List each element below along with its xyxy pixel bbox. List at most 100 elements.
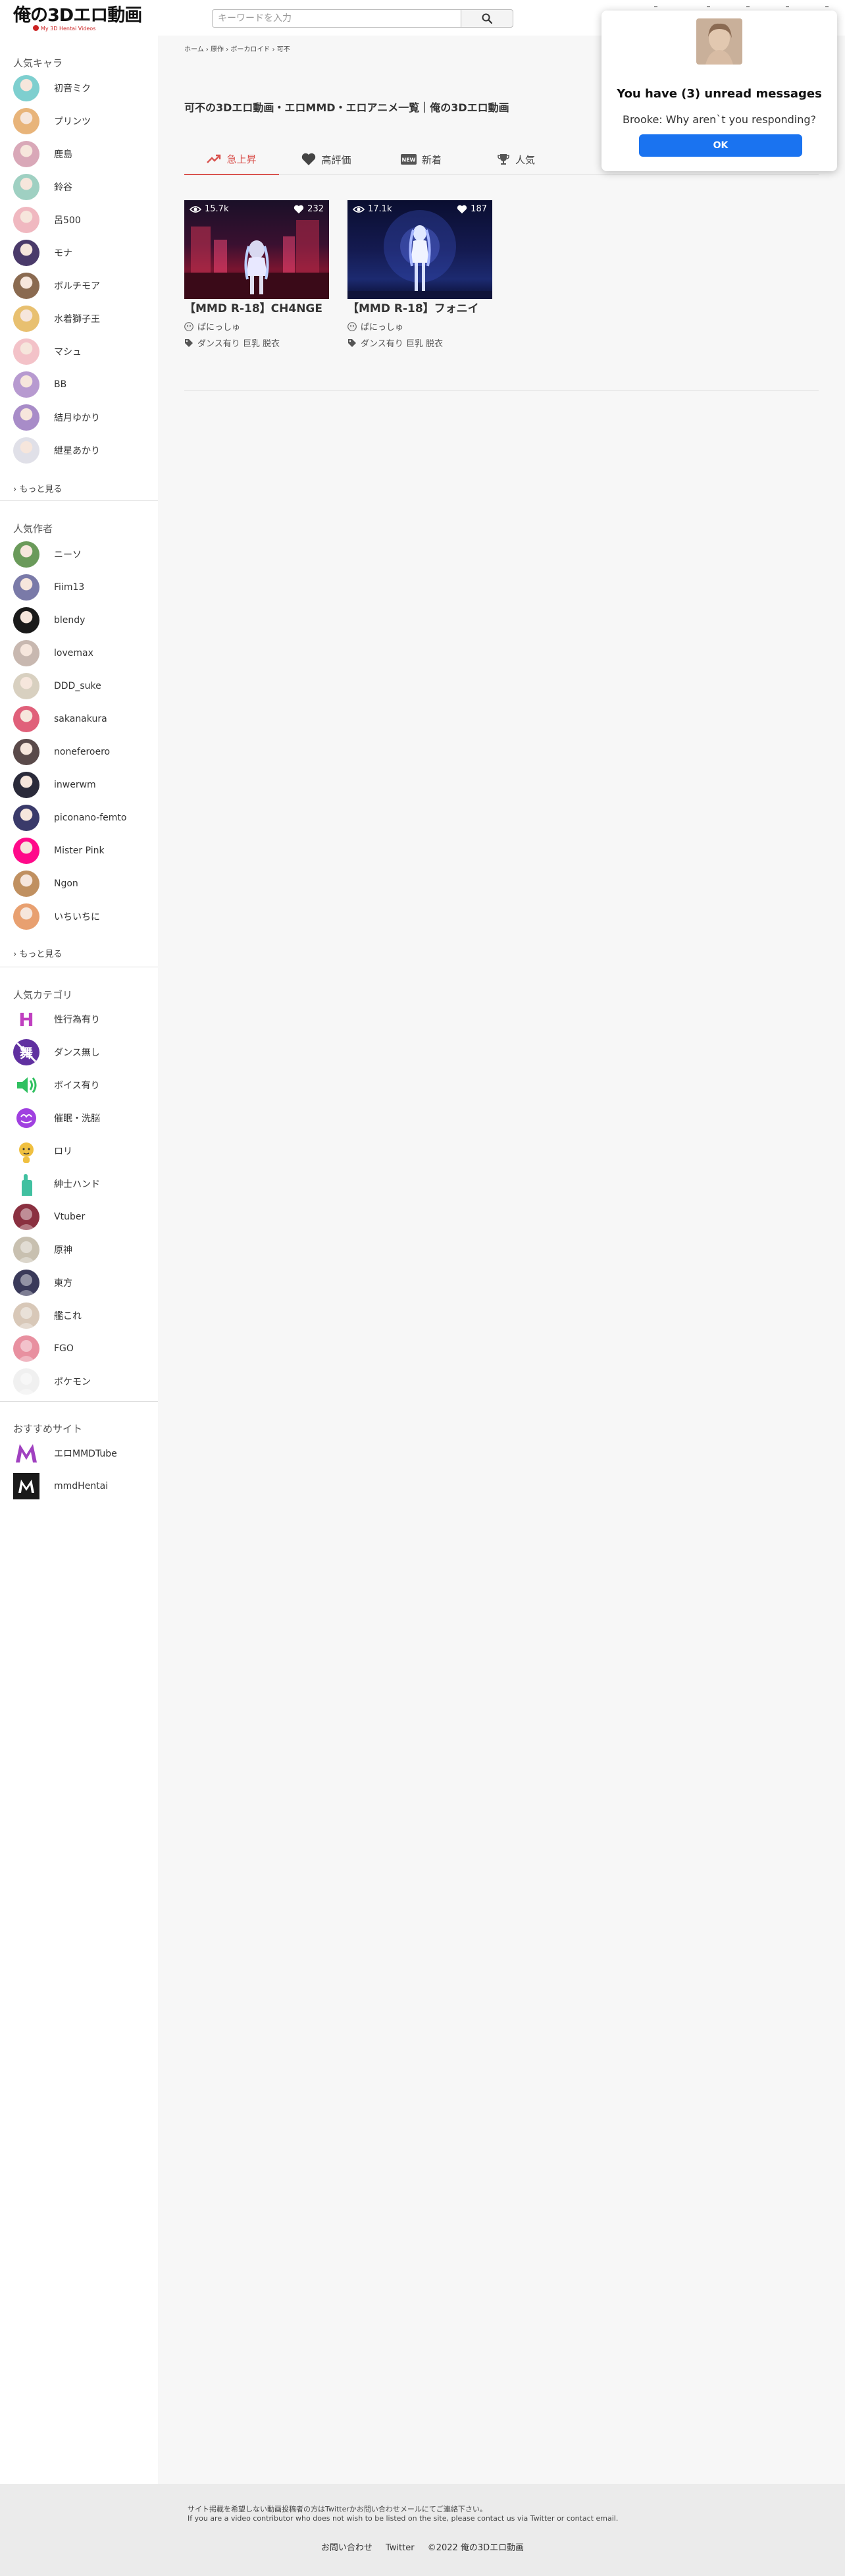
footer-contact-link[interactable]: お問い合わせ (321, 2543, 372, 2553)
sidebar-item-category[interactable]: 舞 ダンス無し (13, 1039, 100, 1065)
sidebar-item-character[interactable]: ボルチモア (13, 273, 100, 299)
footer-note: サイト掲載を希望しない動画投稿者の方はTwitterかお問い合わせメールにてご連… (188, 2505, 618, 2523)
author-avatar (13, 903, 39, 930)
header-nav-dots (634, 0, 845, 7)
sidebar-item-category[interactable]: H 性行為有り (13, 1006, 100, 1033)
tab-newest[interactable]: NEW 新着 (374, 144, 469, 175)
sidebar-item-category[interactable]: FGO (13, 1335, 74, 1362)
sidebar-item-category[interactable]: ポケモン (13, 1368, 91, 1395)
sidebar-item-label: noneferoero (54, 747, 111, 757)
sidebar-item-label: Mister Pink (54, 845, 105, 856)
sidebar-item-category[interactable]: Vtuber (13, 1204, 85, 1230)
sidebar-item-category[interactable]: 紳士ハンド (13, 1171, 100, 1197)
logo-text: 俺の3Dエロ動画 (13, 5, 142, 26)
video-title[interactable]: 【MMD R-18】CH4NGE (184, 302, 329, 316)
sidebar-item-character[interactable]: マシュ (13, 338, 82, 365)
sidebar-item-character[interactable]: モナ (13, 240, 72, 266)
tab-top-rated[interactable]: 高評価 (279, 144, 374, 175)
site-logo[interactable]: 俺の3Dエロ動画 My 3D Hentai Videos (13, 5, 142, 32)
sidebar-item-character[interactable]: 鈴谷 (13, 174, 72, 200)
sidebar-item-author[interactable]: noneferoero (13, 739, 110, 765)
section-title-categories: 人気カテゴリ (13, 989, 73, 1001)
popup-title: You have (3) unread messages (617, 87, 822, 101)
like-count-text: 187 (471, 204, 487, 214)
sidebar-item-label: 紲星あかり (54, 446, 100, 456)
sidebar-item-character[interactable]: 呂500 (13, 207, 81, 233)
video-thumbnail[interactable]: 15.7k 232 (184, 200, 329, 299)
sidebar-item-category[interactable]: 東方 (13, 1270, 72, 1296)
more-label: もっと見る (19, 950, 63, 959)
tags-text: ダンス有り 巨乳 脱衣 (361, 339, 444, 349)
character-avatar (13, 75, 39, 101)
sidebar-item-site[interactable]: mmdHentai (13, 1473, 108, 1499)
sidebar-item-author[interactable]: Fiim13 (13, 574, 84, 601)
character-avatar (13, 273, 39, 299)
sidebar-item-author[interactable]: Mister Pink (13, 838, 105, 864)
sidebar-item-character[interactable]: プリンツ (13, 108, 91, 134)
sidebar-item-character[interactable]: BB (13, 371, 66, 398)
m-logo-icon (13, 1440, 39, 1466)
sidebar-item-character[interactable]: 結月ゆかり (13, 404, 100, 431)
video-author[interactable]: ぱにっしゅ (347, 320, 492, 333)
sidebar-item-label: 紳士ハンド (54, 1179, 100, 1190)
author-name: ぱにっしゅ (361, 323, 404, 333)
tab-popular[interactable]: 人気 (469, 144, 563, 175)
search-button[interactable] (461, 9, 513, 28)
sidebar-item-label: 水着獅子王 (54, 314, 100, 325)
video-tags[interactable]: ダンス有り 巨乳 脱衣 (347, 336, 492, 349)
sidebar-item-label: FGO (54, 1343, 74, 1354)
sidebar-item-author[interactable]: inwerwm (13, 772, 96, 798)
sidebar-item-category[interactable]: 艦これ (13, 1302, 82, 1329)
character-avatar (13, 437, 39, 464)
sidebar-item-character[interactable]: 初音ミク (13, 75, 91, 101)
m-logo-dark-icon (13, 1473, 39, 1499)
page-title: 可不の3Dエロ動画・エロMMD・エロアニメ一覧｜俺の3Dエロ動画 (184, 101, 509, 114)
section-title-characters: 人気キャラ (13, 57, 63, 69)
popup-message: Brooke: Why aren`t you responding? (622, 113, 817, 126)
tab-label: 急上昇 (226, 153, 257, 165)
sidebar-item-author[interactable]: DDD_suke (13, 673, 101, 699)
sidebar-item-author[interactable]: piconano-femto (13, 805, 126, 831)
sidebar-item-label: 性行為有り (54, 1015, 100, 1025)
sidebar-item-author[interactable]: ニーソ (13, 541, 82, 568)
pokemon-icon (13, 1368, 39, 1395)
character-avatar (13, 207, 39, 233)
sidebar-item-category[interactable]: ロリ (13, 1138, 72, 1164)
sidebar-item-site[interactable]: エロMMDTube (13, 1440, 117, 1466)
video-title[interactable]: 【MMD R-18】フォニイ (347, 302, 492, 316)
sidebar-item-category[interactable]: 原神 (13, 1237, 72, 1263)
sender-avatar (696, 18, 742, 65)
sidebar-item-character[interactable]: 鹿島 (13, 141, 72, 167)
sidebar-item-author[interactable]: いちいちに (13, 903, 100, 930)
sidebar-item-character[interactable]: 紲星あかり (13, 437, 100, 464)
sidebar-item-author[interactable]: lovemax (13, 640, 93, 666)
footer-twitter-link[interactable]: Twitter (386, 2543, 415, 2553)
sidebar-item-label: piconano-femto (54, 813, 127, 823)
breadcrumb[interactable]: ホーム › 原作 › ボーカロイド › 可不 (184, 43, 290, 53)
more-characters-link[interactable]: › もっと見る (13, 483, 62, 496)
video-thumbnail[interactable]: 17.1k 187 (347, 200, 492, 299)
video-tags[interactable]: ダンス有り 巨乳 脱衣 (184, 336, 329, 349)
video-card[interactable]: 17.1k 187 【MMD R-18】フォニイ ぱにっしゅ ダンス有り 巨乳 … (347, 200, 492, 349)
sidebar-item-author[interactable]: sakanakura (13, 706, 107, 732)
sidebar-item-label: sakanakura (54, 714, 107, 724)
video-card[interactable]: 15.7k 232 【MMD R-18】CH4NGE ぱにっしゅ ダンス有り 巨… (184, 200, 329, 349)
more-authors-link[interactable]: › もっと見る (13, 948, 62, 961)
sidebar-item-author[interactable]: blendy (13, 607, 85, 633)
sidebar-item-label: ロリ (54, 1146, 72, 1157)
tab-trending[interactable]: 急上昇 (184, 144, 279, 175)
video-author[interactable]: ぱにっしゅ (184, 320, 329, 333)
tag-icon (348, 338, 356, 347)
like-count-text: 232 (307, 204, 324, 214)
sidebar-item-character[interactable]: 水着獅子王 (13, 306, 100, 332)
sidebar-item-label: blendy (54, 615, 86, 626)
sidebar-item-category[interactable]: 催眠・洗脳 (13, 1105, 100, 1131)
sidebar-item-label: ボイス有り (54, 1081, 100, 1091)
like-count: 232 (294, 204, 324, 214)
sidebar-item-category[interactable]: ボイス有り (13, 1072, 100, 1098)
section-title-authors: 人気作者 (13, 523, 53, 535)
ok-button[interactable]: OK (639, 134, 802, 157)
search-input[interactable] (212, 9, 461, 28)
sidebar-item-author[interactable]: Ngon (13, 871, 78, 897)
heart-icon (294, 205, 304, 213)
